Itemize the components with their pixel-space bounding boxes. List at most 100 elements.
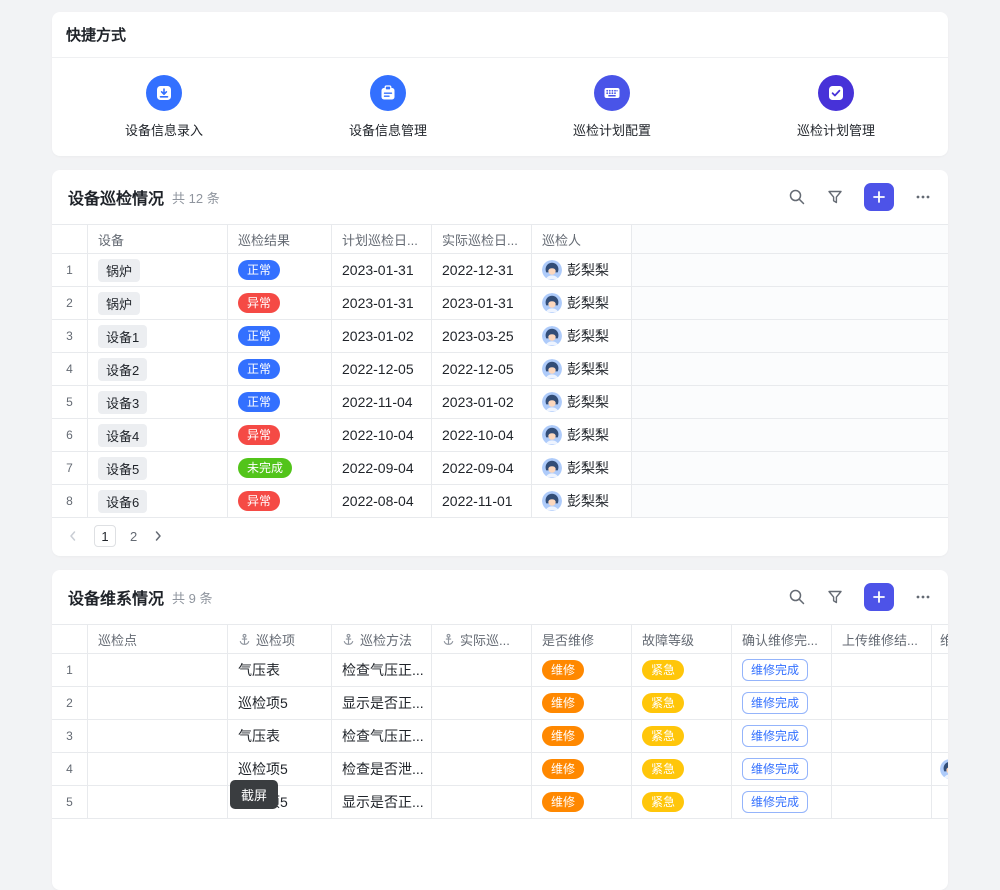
level-cell[interactable]: 紧急: [632, 720, 732, 752]
table-row[interactable]: 8 设备6 异常 2022-08-04 2022-11-01 彭梨梨: [52, 485, 948, 518]
actual-cell[interactable]: [432, 753, 532, 785]
device-cell[interactable]: 设备6: [88, 485, 228, 517]
planned-date-cell[interactable]: 2023-01-02: [332, 320, 432, 352]
result-badge[interactable]: 异常: [238, 293, 280, 313]
actual-date-cell[interactable]: 2023-01-31: [432, 287, 532, 319]
table-row[interactable]: 5 设备3 正常 2022-11-04 2023-01-02 彭梨梨: [52, 386, 948, 419]
point-cell[interactable]: [88, 753, 228, 785]
point-cell[interactable]: [88, 786, 228, 818]
more-icon[interactable]: [914, 588, 932, 606]
device-cell[interactable]: 设备3: [88, 386, 228, 418]
inspector-cell[interactable]: 彭梨梨: [532, 254, 632, 286]
confirm-cell[interactable]: 维修完成: [732, 654, 832, 686]
repair-cell[interactable]: 维修: [532, 687, 632, 719]
result-cell[interactable]: 异常: [228, 419, 332, 451]
confirm-repair-button[interactable]: 维修完成: [742, 692, 808, 714]
item-cell[interactable]: 气压表: [228, 720, 332, 752]
page-1-current[interactable]: 1: [94, 525, 116, 547]
page-2[interactable]: 2: [130, 529, 137, 544]
device-chip[interactable]: 设备5: [98, 457, 147, 480]
confirm-repair-button[interactable]: 维修完成: [742, 659, 808, 681]
actual-date-cell[interactable]: 2023-01-02: [432, 386, 532, 418]
result-badge[interactable]: 未完成: [238, 458, 292, 478]
table-row[interactable]: 2 锅炉 异常 2023-01-31 2023-01-31 彭梨梨: [52, 287, 948, 320]
method-cell[interactable]: 检查是否泄...: [332, 753, 432, 785]
table-row[interactable]: 6 设备4 异常 2022-10-04 2022-10-04 彭梨梨: [52, 419, 948, 452]
inspector-cell[interactable]: 彭梨梨: [532, 353, 632, 385]
confirm-cell[interactable]: 维修完成: [732, 687, 832, 719]
more-icon[interactable]: [914, 188, 932, 206]
filter-icon[interactable]: [826, 588, 844, 606]
level-cell[interactable]: 紧急: [632, 687, 732, 719]
table-row[interactable]: 3 设备1 正常 2023-01-02 2023-03-25 彭梨梨: [52, 320, 948, 353]
inspector-cell[interactable]: 彭梨梨: [532, 452, 632, 484]
result-cell[interactable]: 未完成: [228, 452, 332, 484]
shortcut-plan-manage[interactable]: 巡检计划管理: [724, 75, 948, 139]
planned-date-cell[interactable]: 2023-01-31: [332, 254, 432, 286]
upload-cell[interactable]: [832, 654, 932, 686]
search-icon[interactable]: [788, 188, 806, 206]
actual-date-cell[interactable]: 2022-10-04: [432, 419, 532, 451]
device-cell[interactable]: 设备1: [88, 320, 228, 352]
repair-cell[interactable]: 维修: [532, 720, 632, 752]
repair-badge[interactable]: 维修: [542, 660, 584, 680]
next-page-icon[interactable]: [151, 529, 165, 543]
table-row[interactable]: 4 巡检项5 检查是否泄... 维修 紧急 维修完成: [52, 753, 948, 786]
method-cell[interactable]: 检查气压正...: [332, 720, 432, 752]
inspector-cell[interactable]: 彭梨梨: [532, 419, 632, 451]
repair-badge[interactable]: 维修: [542, 693, 584, 713]
device-cell[interactable]: 设备4: [88, 419, 228, 451]
confirm-repair-button[interactable]: 维修完成: [742, 758, 808, 780]
upload-cell[interactable]: [832, 720, 932, 752]
device-chip[interactable]: 设备6: [98, 490, 147, 513]
repair-badge[interactable]: 维修: [542, 759, 584, 779]
device-chip[interactable]: 设备3: [98, 391, 147, 414]
actual-cell[interactable]: [432, 654, 532, 686]
shortcut-device-entry[interactable]: 设备信息录入: [52, 75, 276, 139]
result-badge[interactable]: 正常: [238, 326, 280, 346]
confirm-cell[interactable]: 维修完成: [732, 720, 832, 752]
urgent-badge[interactable]: 紧急: [642, 693, 684, 713]
confirm-repair-button[interactable]: 维修完成: [742, 725, 808, 747]
planned-date-cell[interactable]: 2022-11-04: [332, 386, 432, 418]
truncated-cell[interactable]: [932, 720, 948, 752]
actual-cell[interactable]: [432, 786, 532, 818]
planned-date-cell[interactable]: 2022-12-05: [332, 353, 432, 385]
confirm-repair-button[interactable]: 维修完成: [742, 791, 808, 813]
table-row[interactable]: 4 设备2 正常 2022-12-05 2022-12-05 彭梨梨: [52, 353, 948, 386]
actual-cell[interactable]: [432, 687, 532, 719]
item-cell[interactable]: 气压表: [228, 654, 332, 686]
point-cell[interactable]: [88, 720, 228, 752]
actual-date-cell[interactable]: 2022-12-31: [432, 254, 532, 286]
result-badge[interactable]: 异常: [238, 425, 280, 445]
truncated-cell[interactable]: [932, 786, 948, 818]
device-cell[interactable]: 设备5: [88, 452, 228, 484]
item-cell[interactable]: 巡检项5: [228, 687, 332, 719]
level-cell[interactable]: 紧急: [632, 786, 732, 818]
repair-cell[interactable]: 维修: [532, 753, 632, 785]
table-row[interactable]: 5 巡检项5 显示是否正... 维修 紧急 维修完成: [52, 786, 948, 819]
confirm-cell[interactable]: 维修完成: [732, 753, 832, 785]
table-row[interactable]: 3 气压表 检查气压正... 维修 紧急 维修完成: [52, 720, 948, 753]
result-badge[interactable]: 正常: [238, 359, 280, 379]
shortcut-device-manage[interactable]: 设备信息管理: [276, 75, 500, 139]
add-record-button[interactable]: [864, 583, 894, 611]
table-row[interactable]: 1 锅炉 正常 2023-01-31 2022-12-31 彭梨梨: [52, 254, 948, 287]
repair-badge[interactable]: 维修: [542, 726, 584, 746]
result-badge[interactable]: 正常: [238, 392, 280, 412]
filter-icon[interactable]: [826, 188, 844, 206]
actual-date-cell[interactable]: 2022-11-01: [432, 485, 532, 517]
table-row[interactable]: 2 巡检项5 显示是否正... 维修 紧急 维修完成: [52, 687, 948, 720]
truncated-cell[interactable]: [932, 753, 948, 785]
actual-date-cell[interactable]: 2022-09-04: [432, 452, 532, 484]
result-cell[interactable]: 异常: [228, 287, 332, 319]
result-cell[interactable]: 正常: [228, 353, 332, 385]
result-badge[interactable]: 正常: [238, 260, 280, 280]
device-chip[interactable]: 锅炉: [98, 292, 140, 315]
inspector-cell[interactable]: 彭梨梨: [532, 320, 632, 352]
device-cell[interactable]: 锅炉: [88, 254, 228, 286]
result-cell[interactable]: 异常: [228, 485, 332, 517]
repair-badge[interactable]: 维修: [542, 792, 584, 812]
prev-page-icon[interactable]: [66, 529, 80, 543]
device-chip[interactable]: 锅炉: [98, 259, 140, 282]
